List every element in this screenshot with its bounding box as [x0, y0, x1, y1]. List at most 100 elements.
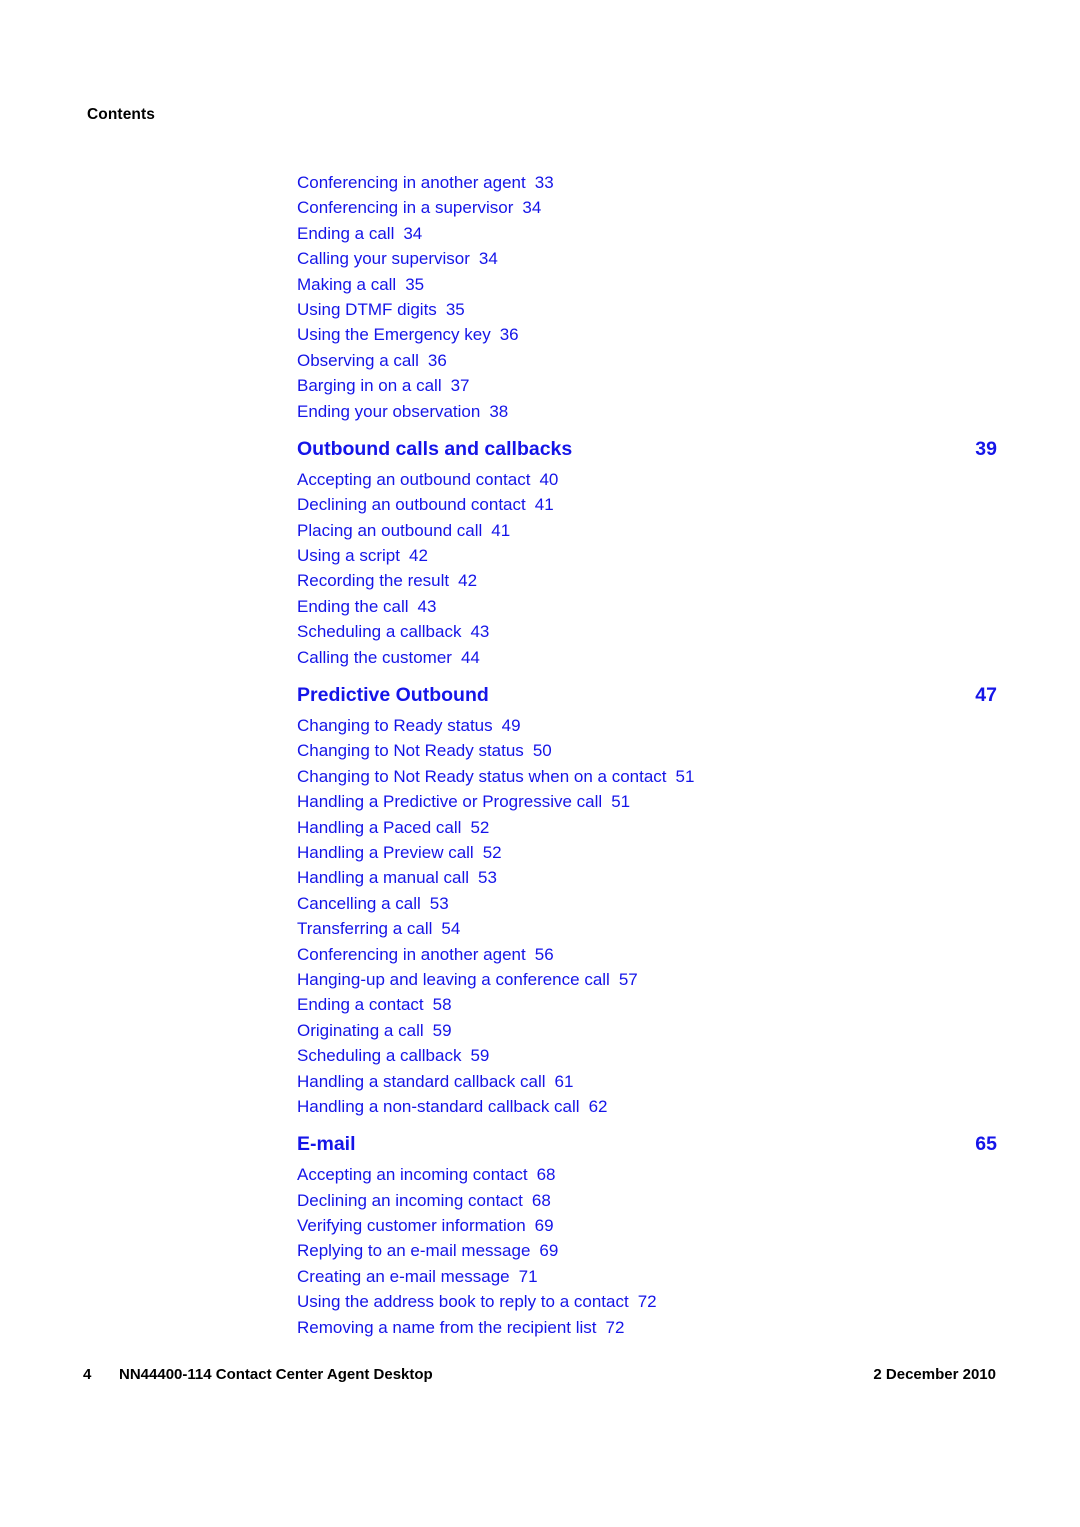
toc-entry-label: Scheduling a callback 43	[297, 619, 489, 644]
toc-entry-title: Outbound calls and callbacks	[297, 437, 573, 460]
toc-entry[interactable]: Transferring a call 5454	[297, 916, 997, 941]
toc-entry-label: Ending a contact 58	[297, 992, 452, 1017]
toc-section-page-number: 65	[975, 1133, 997, 1156]
toc-entry-label: Cancelling a call 53	[297, 891, 449, 916]
toc-entry-page-number: 35	[405, 274, 425, 294]
toc-entry-label: Handling a standard callback call 61	[297, 1069, 573, 1094]
toc-section-heading[interactable]: E-mail65 65	[297, 1126, 997, 1162]
toc-entry-page-number: 68	[536, 1165, 556, 1185]
toc-entry-title: Cancelling a call	[297, 893, 421, 913]
toc-entry-title: Observing a call	[297, 350, 419, 370]
toc-entry-label: Ending the call 43	[297, 594, 436, 619]
toc-entry[interactable]: Accepting an incoming contact 6868	[297, 1162, 997, 1187]
toc-entry-page-number: 43	[470, 622, 490, 642]
toc-entry-title: Handling a standard callback call	[297, 1071, 546, 1091]
toc-entry-page-number: 40	[539, 469, 559, 489]
toc-entry-title: Changing to Not Ready status	[297, 741, 524, 761]
toc-entry-page-number: 61	[554, 1071, 574, 1091]
toc-entry-title: Declining an incoming contact	[297, 1190, 523, 1210]
toc-entry[interactable]: Making a call 3535	[297, 272, 997, 297]
footer-date: 2 December 2010	[873, 1366, 996, 1383]
toc-entry-label: Replying to an e-mail message 69	[297, 1238, 558, 1263]
toc-entry-page-number: 53	[429, 893, 449, 913]
toc-entry[interactable]: Recording the result 4242	[297, 568, 997, 593]
toc-entry-label: Handling a non-standard callback call 62	[297, 1094, 607, 1119]
toc-entry[interactable]: Removing a name from the recipient list 7…	[297, 1315, 997, 1340]
footer-left-group: 4 NN44400-114 Contact Center Agent Deskt…	[83, 1366, 433, 1383]
toc-entry-page-number: 34	[522, 198, 542, 218]
toc-entry-title: Declining an outbound contact	[297, 495, 526, 515]
toc-section-heading[interactable]: Outbound calls and callbacks39 39	[297, 431, 997, 467]
toc-entry[interactable]: Scheduling a callback 4343	[297, 619, 997, 644]
toc-entry-title: Accepting an outbound contact	[297, 469, 531, 489]
toc-entry[interactable]: Handling a non-standard callback call 626…	[297, 1094, 997, 1119]
toc-entry[interactable]: Calling the customer 4444	[297, 645, 997, 670]
toc-entry-label: Verifying customer information 69	[297, 1213, 554, 1238]
toc-entry[interactable]: Handling a manual call 5353	[297, 865, 997, 890]
toc-entry-page-number: 36	[499, 325, 519, 345]
toc-entry-label: Making a call 35	[297, 272, 424, 297]
toc-section-heading[interactable]: Predictive Outbound47 47	[297, 677, 997, 713]
toc-entry[interactable]: Using the address book to reply to a con…	[297, 1289, 997, 1314]
toc-entry[interactable]: Originating a call 5959	[297, 1018, 997, 1043]
toc-entry-page-number: 52	[470, 817, 490, 837]
toc-entry-label: Conferencing in a supervisor 34	[297, 195, 541, 220]
toc-entry-page-number: 72	[637, 1292, 657, 1312]
toc-entry-page-number: 62	[588, 1096, 608, 1116]
toc-entry-label: Using DTMF digits 35	[297, 297, 465, 322]
toc-entry-title: Accepting an incoming contact	[297, 1165, 528, 1185]
toc-entry[interactable]: Using the Emergency key 3636	[297, 322, 997, 347]
toc-entry-title: Using the address book to reply to a con…	[297, 1292, 629, 1312]
toc-entry[interactable]: Observing a call 3636	[297, 348, 997, 373]
toc-entry[interactable]: Hanging-up and leaving a conference call…	[297, 967, 997, 992]
toc-entry-page-number: 58	[432, 995, 452, 1015]
toc-entry[interactable]: Using DTMF digits 3535	[297, 297, 997, 322]
toc-entry[interactable]: Barging in on a call 3737	[297, 373, 997, 398]
toc-entry-label: Outbound calls and callbacks39	[297, 431, 572, 467]
toc-entry-page-number: 33	[534, 173, 554, 192]
toc-entry[interactable]: Changing to Not Ready status when on a c…	[297, 764, 997, 789]
toc-entry[interactable]: Handling a Predictive or Progressive cal…	[297, 789, 997, 814]
toc-entry-title: Making a call	[297, 274, 397, 294]
toc-entry[interactable]: Scheduling a callback 5959	[297, 1043, 997, 1068]
toc-entry-page-number: 34	[478, 249, 498, 269]
table-of-contents: Conferencing in another agent3333Confere…	[297, 170, 997, 1340]
toc-entry[interactable]: Calling your supervisor 3434	[297, 246, 997, 271]
toc-entry[interactable]: Handling a Paced call 5252	[297, 815, 997, 840]
toc-entry-page-number: 35	[445, 299, 465, 319]
toc-entry[interactable]: Creating an e-mail message 7171	[297, 1264, 997, 1289]
toc-entry-page-number: 59	[470, 1046, 490, 1066]
toc-entry-page-number: 36	[427, 350, 447, 370]
toc-entry[interactable]: Declining an incoming contact 6868	[297, 1188, 997, 1213]
toc-entry[interactable]: Ending your observation 3838	[297, 399, 997, 424]
toc-entry[interactable]: Ending a call 3434	[297, 221, 997, 246]
toc-entry[interactable]: Replying to an e-mail message 6969	[297, 1238, 997, 1263]
toc-entry[interactable]: Handling a Preview call 5252	[297, 840, 997, 865]
toc-entry[interactable]: Conferencing in another agent 5656	[297, 942, 997, 967]
toc-entry[interactable]: Handling a standard callback call 6161	[297, 1069, 997, 1094]
toc-entry-page-number: 71	[518, 1266, 538, 1286]
toc-entry[interactable]: Accepting an outbound contact 4040	[297, 467, 997, 492]
toc-entry[interactable]: Ending a contact 5858	[297, 992, 997, 1017]
toc-entry[interactable]: Using a script 4242	[297, 543, 997, 568]
toc-entry[interactable]: Conferencing in a supervisor 3434	[297, 195, 997, 220]
toc-entry[interactable]: Placing an outbound call 4141	[297, 518, 997, 543]
toc-entry[interactable]: Cancelling a call 5353	[297, 891, 997, 916]
toc-entry[interactable]: Verifying customer information 6969	[297, 1213, 997, 1238]
toc-entry[interactable]: Declining an outbound contact 4141	[297, 492, 997, 517]
toc-entry-label: Declining an incoming contact 68	[297, 1188, 551, 1213]
toc-entry-page-number: 38	[489, 401, 509, 421]
toc-entry[interactable]: Changing to Not Ready status 5050	[297, 738, 997, 763]
toc-entry[interactable]: Changing to Ready status 4949	[297, 713, 997, 738]
toc-entry-label: Barging in on a call 37	[297, 373, 470, 398]
toc-entry-page-number: 68	[531, 1190, 551, 1210]
toc-entry-title: Placing an outbound call	[297, 520, 483, 540]
toc-entry-title: Ending your observation	[297, 401, 481, 421]
toc-entry-label: Accepting an outbound contact 40	[297, 467, 558, 492]
toc-entry-page-number: 41	[534, 495, 554, 515]
toc-entry-label: Changing to Not Ready status 50	[297, 738, 552, 763]
toc-entry[interactable]: Ending the call 4343	[297, 594, 997, 619]
toc-entry[interactable]: Conferencing in another agent 3333	[297, 170, 997, 195]
toc-entry-title: Barging in on a call	[297, 376, 442, 396]
toc-entry-title: Calling your supervisor	[297, 249, 470, 269]
